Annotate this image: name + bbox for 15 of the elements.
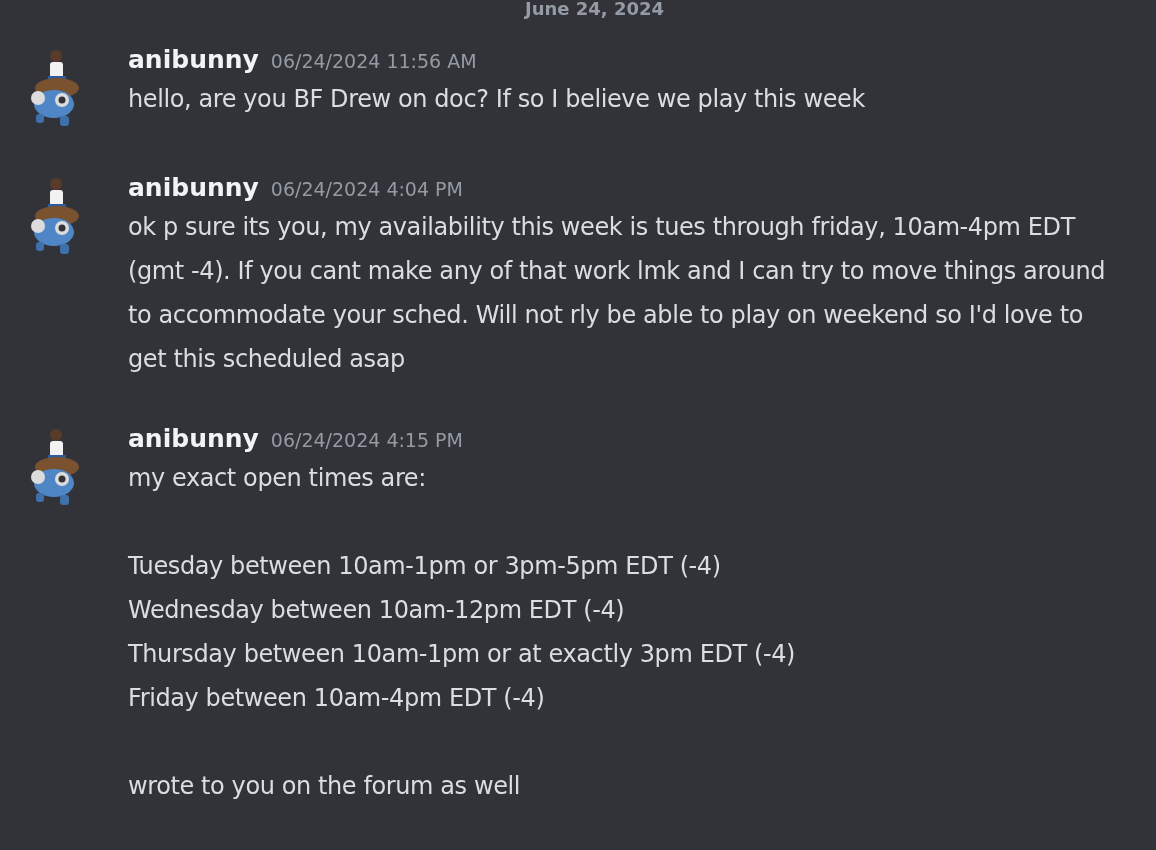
message-text: my exact open times are: [128, 463, 427, 494]
message-text: Wednesday between 10am-12pm EDT (-4) [128, 595, 626, 626]
message-text: Thursday between 10am-1pm or at exactly 3pm EDT (-4) [128, 639, 796, 670]
date-divider: June 24, 2024 [525, 0, 666, 18]
message-text: hello, are you BF Drew on doc? If so I believe we play this week [128, 84, 865, 115]
username: anibunny [128, 172, 259, 204]
username: anibunny [128, 44, 259, 76]
message-text: ok p sure its you, my availability this week is tues through friday, 10am-4pm EDT (gmt -4). If you cant make any of that work lmk and I can try to move things around to accommodate your sched. Will not rly be able to play on weekend so I'd love to get this scheduled asap [128, 212, 1107, 375]
timestamp: 06/24/2024 4:15 PM [270, 428, 463, 453]
timestamp: 06/24/2024 4:04 PM [270, 177, 463, 202]
message-text: wrote to you on the forum as well [128, 771, 522, 802]
message-text: Friday between 10am-4pm EDT (-4) [128, 683, 546, 714]
message-text: Tuesday between 10am-1pm or 3pm-5pm EDT (-4) [128, 551, 722, 582]
username: anibunny [128, 423, 259, 455]
timestamp: 06/24/2024 11:56 AM [270, 49, 477, 74]
